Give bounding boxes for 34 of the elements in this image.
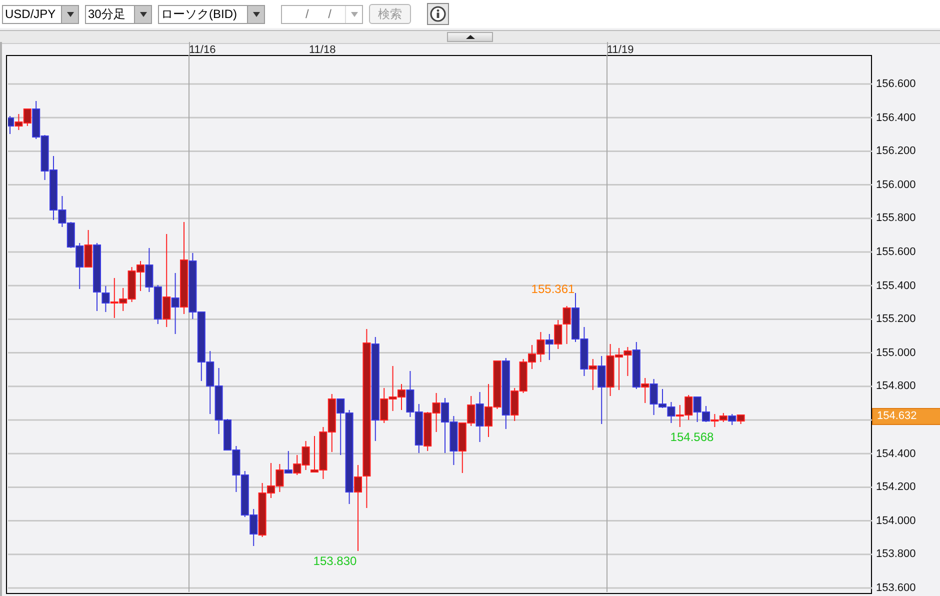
price-axis-label: 155.000: [876, 346, 916, 359]
dropdown-arrow-icon: [140, 12, 146, 16]
date-field[interactable]: / /: [281, 4, 363, 24]
date-label: 11/16: [189, 44, 216, 56]
price-axis-label: 154.800: [876, 380, 916, 392]
timeframe-select[interactable]: 30分足: [85, 4, 152, 24]
dropdown-arrow-icon: [350, 12, 358, 16]
date-label: 11/19: [607, 44, 634, 56]
price-axis-label: 156.400: [876, 112, 916, 124]
price-axis-label: 156.000: [876, 178, 916, 191]
price-axis-label: 155.400: [876, 280, 916, 292]
price-axis-label: 156.200: [876, 145, 916, 158]
price-axis-label: 155.800: [876, 212, 916, 224]
low-price-label: 153.830: [313, 554, 357, 568]
low-price-label: 154.568: [670, 430, 714, 444]
price-axis-label: 155.600: [876, 246, 916, 258]
price-axis-label: 153.600: [876, 582, 916, 594]
info-icon: [430, 6, 446, 22]
current-price-badge: 154.632: [872, 408, 940, 425]
collapse-button[interactable]: [447, 32, 493, 42]
high-price-label: 155.361: [531, 282, 575, 296]
date-label: 11/18: [309, 44, 336, 56]
dropdown-arrow-icon: [66, 12, 74, 16]
dropdown-arrow-icon: [252, 12, 260, 16]
price-axis-label: 154.000: [876, 514, 916, 527]
chart-type-select[interactable]: ローソク(BID): [158, 4, 265, 24]
price-axis-label: 155.200: [876, 313, 916, 326]
triangle-up-icon: [466, 35, 474, 39]
price-axis-label: 156.600: [876, 78, 916, 90]
currency-pair-select[interactable]: USD/JPY: [2, 4, 79, 24]
price-axis-label: 153.800: [876, 548, 916, 560]
price-axis-label: 154.400: [876, 448, 916, 460]
info-button[interactable]: [427, 3, 449, 25]
price-axis-label: 154.200: [876, 481, 916, 494]
